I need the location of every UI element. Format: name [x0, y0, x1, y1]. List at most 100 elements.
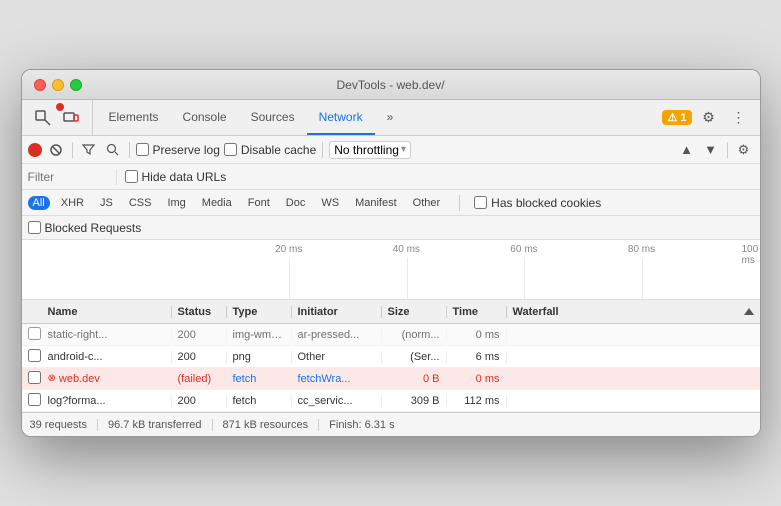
row-checkbox[interactable]: [28, 393, 41, 406]
td-time-0: 0 ms: [447, 329, 507, 341]
table-rows: static-right... 200 img-wmm... ar-presse…: [22, 324, 760, 412]
devtools-window: DevTools - web.dev/ Elements Console Sou: [21, 69, 761, 437]
grid-line-40: [407, 258, 408, 299]
device-toggle-button[interactable]: [58, 105, 84, 131]
tabs-right-actions: ⚠ 1 ⚙ ⋮: [662, 100, 751, 135]
td-status-2: (failed): [172, 373, 227, 385]
grid-line-100: [760, 258, 761, 299]
th-size[interactable]: Size: [382, 306, 447, 318]
tab-more[interactable]: »: [375, 100, 406, 135]
th-waterfall[interactable]: Waterfall: [507, 306, 760, 318]
table-row[interactable]: static-right... 200 img-wmm... ar-presse…: [22, 324, 760, 346]
devtools-icons: [30, 100, 93, 135]
td-name-3: log?forma...: [42, 395, 172, 407]
th-name[interactable]: Name: [42, 306, 172, 318]
blocked-requests-label[interactable]: Blocked Requests: [28, 221, 142, 235]
th-initiator[interactable]: Initiator: [292, 306, 382, 318]
type-other[interactable]: Other: [408, 196, 446, 210]
tab-network[interactable]: Network: [307, 100, 375, 135]
record-button[interactable]: [28, 143, 42, 157]
type-ws[interactable]: WS: [316, 196, 344, 210]
maximize-button[interactable]: [70, 79, 82, 91]
type-font[interactable]: Font: [243, 196, 275, 210]
td-initiator-3: cc_servic...: [292, 395, 382, 407]
inspect-element-button[interactable]: [30, 105, 56, 131]
disable-cache-checkbox[interactable]: [224, 143, 237, 156]
td-type-0: img-wmm...: [227, 329, 292, 341]
transferred-size: 96.7 kB transferred: [98, 419, 213, 431]
td-status-3: 200: [172, 395, 227, 407]
settings-icon[interactable]: ⚙: [696, 105, 722, 131]
tab-elements[interactable]: Elements: [97, 100, 171, 135]
type-xhr[interactable]: XHR: [56, 196, 89, 210]
requests-count: 39 requests: [30, 419, 98, 431]
has-blocked-cookies-label[interactable]: Has blocked cookies: [474, 196, 601, 210]
type-css[interactable]: CSS: [124, 196, 157, 210]
throttle-select[interactable]: No throttling ▾: [329, 141, 411, 159]
row-checkbox[interactable]: [28, 371, 41, 384]
tab-sources[interactable]: Sources: [239, 100, 307, 135]
tabs-bar: Elements Console Sources Network » ⚠ 1 ⚙…: [22, 100, 760, 136]
upload-icon[interactable]: ▲: [677, 140, 697, 160]
table-row[interactable]: android-c... 200 png Other (Ser... 6 ms: [22, 346, 760, 368]
separator2: [129, 142, 130, 158]
filter-icon[interactable]: [79, 140, 99, 160]
row-checkbox[interactable]: [28, 327, 41, 340]
close-button[interactable]: [34, 79, 46, 91]
td-type-2: fetch: [227, 373, 292, 385]
td-initiator-1: Other: [292, 351, 382, 363]
td-initiator-2: fetchWra...: [292, 373, 382, 385]
preserve-log-label[interactable]: Preserve log: [136, 143, 220, 157]
td-name-2: ⊗ web.dev: [42, 373, 172, 385]
row-checkbox[interactable]: [28, 349, 41, 362]
search-icon[interactable]: [103, 140, 123, 160]
separator3: [322, 142, 323, 158]
type-all[interactable]: All: [28, 196, 50, 210]
blocked-bar: Blocked Requests: [22, 216, 760, 240]
type-doc[interactable]: Doc: [281, 196, 311, 210]
type-manifest[interactable]: Manifest: [350, 196, 402, 210]
td-name-1: android-c...: [42, 351, 172, 363]
td-status-0: 200: [172, 329, 227, 341]
table-row-error[interactable]: ⊗ web.dev (failed) fetch fetchWra... 0 B…: [22, 368, 760, 390]
toolbar-right: ▲ ▼ ⚙: [677, 140, 754, 160]
warning-badge[interactable]: ⚠ 1: [662, 110, 691, 125]
td-size-2: 0 B: [382, 373, 447, 385]
td-size-1: (Ser...: [382, 351, 447, 363]
finish-time: Finish: 6.31 s: [319, 419, 404, 431]
preserve-log-checkbox[interactable]: [136, 143, 149, 156]
hide-data-urls-label[interactable]: Hide data URLs: [125, 170, 227, 184]
td-time-2: 0 ms: [447, 373, 507, 385]
td-type-3: fetch: [227, 395, 292, 407]
settings2-icon[interactable]: ⚙: [734, 140, 754, 160]
type-media[interactable]: Media: [197, 196, 237, 210]
type-img[interactable]: Img: [162, 196, 190, 210]
type-js[interactable]: JS: [95, 196, 118, 210]
grid-line-60: [524, 258, 525, 299]
th-status[interactable]: Status: [172, 306, 227, 318]
label-40ms: 40 ms: [393, 244, 420, 255]
blocked-requests-checkbox[interactable]: [28, 221, 41, 234]
filter-separator: [116, 169, 117, 185]
hide-data-urls-checkbox[interactable]: [125, 170, 138, 183]
has-blocked-cookies-checkbox[interactable]: [474, 196, 487, 209]
th-time[interactable]: Time: [447, 306, 507, 318]
error-icon: ⊗: [48, 373, 56, 384]
disable-cache-label[interactable]: Disable cache: [224, 143, 316, 157]
traffic-lights: [34, 79, 82, 91]
download-icon[interactable]: ▼: [701, 140, 721, 160]
network-toolbar: Preserve log Disable cache No throttling…: [22, 136, 760, 164]
table-row[interactable]: log?forma... 200 fetch cc_servic... 309 …: [22, 390, 760, 412]
window-title: DevTools - web.dev/: [336, 78, 444, 92]
throttle-arrow: ▾: [401, 144, 406, 155]
type-sep: [459, 195, 460, 211]
filter-input[interactable]: [28, 170, 108, 184]
minimize-button[interactable]: [52, 79, 64, 91]
clear-button[interactable]: [46, 140, 66, 160]
label-20ms: 20 ms: [275, 244, 302, 255]
more-options-icon[interactable]: ⋮: [726, 105, 752, 131]
main-tabs: Elements Console Sources Network »: [97, 100, 663, 135]
th-type[interactable]: Type: [227, 306, 292, 318]
label-100ms: 100 ms: [742, 244, 760, 266]
tab-console[interactable]: Console: [171, 100, 239, 135]
